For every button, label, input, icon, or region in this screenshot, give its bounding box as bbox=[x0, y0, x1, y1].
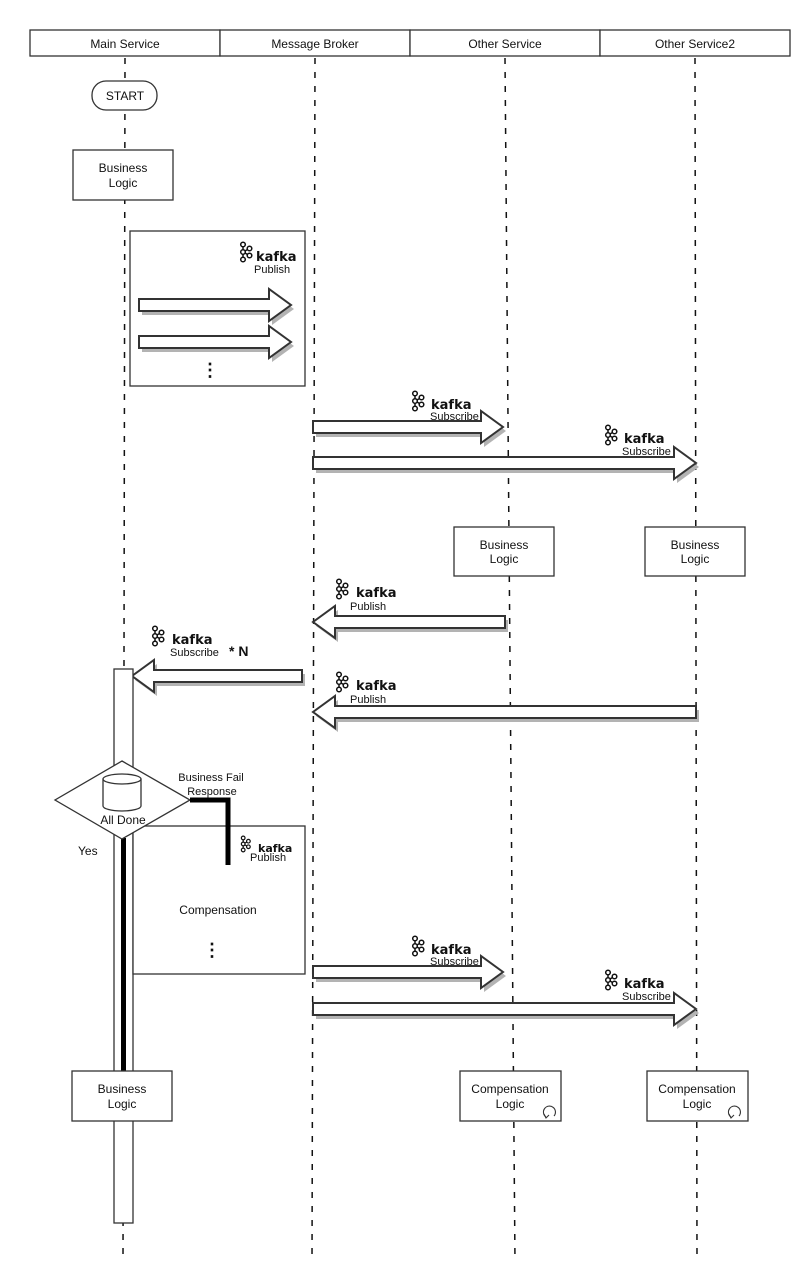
kafka-brand: kafka bbox=[172, 633, 213, 648]
publish-label-other2: kafka Publish bbox=[335, 671, 397, 706]
kafka-brand: kafka bbox=[624, 977, 665, 992]
multiplier-label: * N bbox=[229, 643, 248, 659]
yes-label: Yes bbox=[78, 844, 98, 858]
compensation-publish-group: kafka Publish Compensation ⋮ bbox=[132, 825, 306, 975]
kafka-brand: kafka bbox=[356, 586, 397, 601]
box-text-line2: Logic bbox=[108, 1097, 137, 1111]
box-text-line2: Logic bbox=[109, 176, 138, 190]
fail-label-line2: Response bbox=[187, 786, 237, 798]
publish-label: Publish bbox=[254, 264, 290, 276]
kafka-logo-icon bbox=[151, 625, 165, 647]
arrow-body bbox=[130, 658, 303, 694]
box-text-line1: Compensation bbox=[658, 1082, 735, 1096]
publish-arrow-from-other bbox=[311, 604, 508, 642]
start-label: START bbox=[106, 89, 145, 103]
other-business-logic-box: Business Logic bbox=[453, 526, 555, 577]
other2-compensation-logic-box: Compensation Logic bbox=[646, 1070, 749, 1122]
database-icon bbox=[102, 773, 142, 812]
decision-label: All Done bbox=[100, 813, 146, 827]
box-text-line1: Business bbox=[480, 538, 529, 552]
main-business-logic-box-2: Business Logic bbox=[71, 1070, 173, 1122]
subscribe-label-main: kafka Subscribe * N bbox=[151, 625, 248, 659]
kafka-logo-icon bbox=[604, 969, 618, 991]
box-text-line2: Logic bbox=[496, 1097, 525, 1111]
lane-headers: Main Service Message Broker Other Servic… bbox=[29, 29, 791, 57]
box-text-line1: Business bbox=[98, 1082, 147, 1096]
subscribe-label-other: kafka Subscribe bbox=[411, 390, 479, 423]
subscribe-label: Subscribe bbox=[430, 411, 479, 423]
sequence-diagram: Main Service Message Broker Other Servic… bbox=[29, 29, 791, 1263]
lane-label-broker: Message Broker bbox=[271, 37, 358, 51]
subscribe-label: Subscribe bbox=[622, 991, 671, 1003]
box-text-line1: Business bbox=[99, 161, 148, 175]
subscribe-label: Subscribe bbox=[170, 647, 219, 659]
subscribe-label-other2: kafka Subscribe bbox=[604, 424, 671, 458]
box-text-line1: Business bbox=[671, 538, 720, 552]
compensation-label: Compensation bbox=[179, 903, 256, 917]
publish-label: Publish bbox=[350, 694, 386, 706]
other2-business-logic-box: Business Logic bbox=[644, 526, 746, 577]
publish-label: Publish bbox=[350, 601, 386, 613]
box-text-line1: Compensation bbox=[471, 1082, 548, 1096]
kafka-logo-icon bbox=[411, 935, 425, 957]
subscribe-arrow-to-main bbox=[130, 658, 305, 696]
publish-label: Publish bbox=[250, 852, 286, 864]
ellipsis-more: ⋮ bbox=[203, 940, 221, 960]
ellipsis-more: ⋮ bbox=[201, 360, 219, 380]
subscribe-label: Subscribe bbox=[622, 446, 671, 458]
comp-subscribe-label-other2: kafka Subscribe bbox=[604, 969, 671, 1003]
lifeline-broker bbox=[311, 57, 316, 1263]
comp-subscribe-label-other: kafka Subscribe bbox=[411, 935, 479, 968]
kafka-logo-icon bbox=[335, 671, 349, 693]
lane-label-other2: Other Service2 bbox=[655, 37, 735, 51]
kafka-logo-icon bbox=[604, 424, 618, 446]
box-text-line2: Logic bbox=[490, 552, 519, 566]
box-text-line2: Logic bbox=[683, 1097, 712, 1111]
arrow-body bbox=[311, 604, 506, 640]
subscribe-label: Subscribe bbox=[430, 956, 479, 968]
box-text-line2: Logic bbox=[681, 552, 710, 566]
lane-label-other: Other Service bbox=[468, 37, 542, 51]
fail-label-line1: Business Fail bbox=[178, 772, 243, 784]
publish-label-other: kafka Publish bbox=[335, 578, 397, 613]
kafka-logo-icon bbox=[335, 578, 349, 600]
lane-label-main: Main Service bbox=[90, 37, 160, 51]
kafka-brand: kafka bbox=[624, 432, 665, 447]
main-business-logic-box: Business Logic bbox=[72, 149, 174, 201]
kafka-brand: kafka bbox=[356, 679, 397, 694]
kafka-logo-icon bbox=[411, 390, 425, 412]
start-node: START bbox=[91, 80, 158, 111]
kafka-brand: kafka bbox=[256, 250, 297, 265]
other-compensation-logic-box: Compensation Logic bbox=[459, 1070, 562, 1122]
